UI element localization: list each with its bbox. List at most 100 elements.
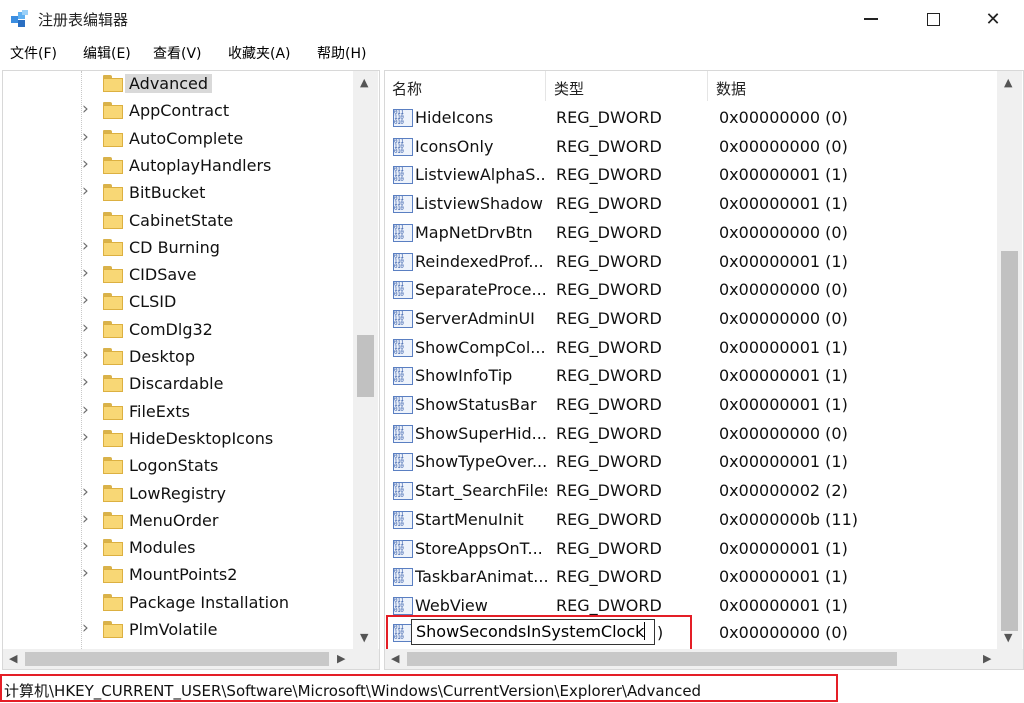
expand-arrow-icon[interactable]: › [82, 290, 89, 310]
values-horizontal-scrollbar[interactable]: ◀ ▶ [385, 649, 1023, 669]
tree-item[interactable]: › CIDSave [3, 263, 355, 290]
value-name: ShowCompCol... [415, 337, 546, 357]
expand-arrow-icon[interactable]: › [82, 127, 89, 147]
values-pane[interactable]: 名称 类型 数据 011 110 010 HideIcons REG_DWORD 0x00… [384, 70, 1024, 670]
value-row[interactable]: 011 110 010 TaskbarAnimat... REG_DWORD 0x0000… [385, 563, 997, 592]
tree-item[interactable]: › Modules [3, 536, 355, 563]
expand-arrow-icon[interactable]: › [82, 154, 89, 174]
value-row[interactable]: 011 110 010 Start_SearchFiles REG_DWORD 0x000… [385, 477, 997, 506]
expand-arrow-icon[interactable]: › [82, 618, 89, 638]
scroll-left-icon[interactable]: ◀ [9, 652, 17, 665]
menu-favorites[interactable]: 收藏夹(A) [228, 43, 291, 63]
value-type: REG_DWORD [556, 251, 662, 271]
reg-dword-icon: 011 110 010 [393, 596, 413, 615]
folder-icon [103, 566, 123, 584]
key-tree-pane[interactable]: Advanced › AppContract › AutoComplete › Autopl… [2, 70, 380, 670]
column-header-name[interactable]: 名称 [385, 71, 546, 101]
value-row[interactable]: 011 110 010 StoreAppsOnT... REG_DWORD 0x00000… [385, 535, 997, 564]
value-row[interactable]: 011 110 010 IconsOnly REG_DWORD 0x00000000 (0… [385, 133, 997, 162]
tree-item[interactable]: Advanced [3, 72, 355, 99]
menu-file[interactable]: 文件(F) [10, 43, 57, 63]
scroll-left-icon[interactable]: ◀ [391, 652, 399, 665]
value-row[interactable]: 011 110 010 ShowInfoTip REG_DWORD 0x00000001 … [385, 362, 997, 391]
tree-item[interactable]: › LowRegistry [3, 482, 355, 509]
value-data: 0x00000000 (0) [719, 308, 848, 328]
folder-icon [103, 348, 123, 365]
scroll-up-icon[interactable]: ▲ [360, 76, 368, 89]
value-name: SeparateProce... [415, 280, 547, 300]
tree-item[interactable]: CabinetState [3, 209, 355, 236]
minimize-button[interactable] [848, 0, 894, 38]
value-row[interactable]: 011 110 010 HideIcons REG_DWORD 0x00000000 (0… [385, 104, 997, 133]
values-vertical-scrollbar[interactable]: ▲ ▼ [997, 71, 1022, 651]
scroll-down-icon[interactable]: ▼ [360, 631, 368, 644]
value-row[interactable]: 011 110 010 SeparateProce... REG_DWORD 0x0000… [385, 276, 997, 305]
column-header-type[interactable]: 类型 [547, 71, 708, 101]
tree-horizontal-scrollbar[interactable]: ◀ ▶ [3, 649, 379, 669]
scroll-thumb[interactable] [25, 652, 329, 666]
value-data: 0x00000001 (1) [719, 337, 848, 357]
tree-item[interactable]: › CLSID [3, 290, 355, 317]
scroll-down-icon[interactable]: ▼ [1004, 631, 1012, 644]
tree-item[interactable]: › Discardable [3, 372, 355, 399]
expand-arrow-icon[interactable]: › [82, 427, 89, 447]
value-row[interactable]: 011 110 010 ServerAdminUI REG_DWORD 0x0000000… [385, 305, 997, 334]
value-row[interactable]: 011 110 010 ReindexedProf... REG_DWORD 0x0000… [385, 248, 997, 277]
value-row[interactable]: 011 110 010 ListviewShadow REG_DWORD 0x000000… [385, 190, 997, 219]
tree-item[interactable]: › MountPoints2 [3, 563, 355, 590]
tree-item[interactable]: › FileExts [3, 400, 355, 427]
column-header-data[interactable]: 数据 [709, 71, 997, 101]
menu-view[interactable]: 查看(V) [153, 43, 202, 63]
tree-item[interactable]: Package Installation [3, 591, 355, 618]
expand-arrow-icon[interactable]: › [82, 563, 89, 583]
scroll-up-icon[interactable]: ▲ [1004, 76, 1012, 89]
scroll-thumb[interactable] [1001, 251, 1018, 631]
folder-icon [103, 156, 123, 174]
reg-dword-icon: 011 110 010 [393, 539, 413, 558]
expand-arrow-icon[interactable]: › [82, 263, 89, 283]
scroll-thumb[interactable] [407, 652, 897, 666]
menu-edit[interactable]: 编辑(E) [83, 43, 131, 63]
tree-item[interactable]: › AppContract [3, 99, 355, 126]
tree-item[interactable]: LogonStats [3, 454, 355, 481]
value-row[interactable]: 011 110 010 ShowTypeOver... REG_DWORD 0x00000… [385, 448, 997, 477]
expand-arrow-icon[interactable]: › [82, 482, 89, 502]
scroll-right-icon[interactable]: ▶ [983, 652, 991, 665]
value-row[interactable]: 011 110 010 ShowSuperHid... REG_DWORD 0x00000… [385, 420, 997, 449]
expand-arrow-icon[interactable]: › [82, 372, 89, 392]
scroll-thumb[interactable] [357, 335, 374, 397]
tree-item[interactable]: › PlmVolatile [3, 618, 355, 645]
expand-arrow-icon[interactable]: › [82, 536, 89, 556]
reg-dword-icon: 011 110 010 [393, 367, 413, 386]
value-row[interactable]: 011 110 010 StartMenuInit REG_DWORD 0x0000000… [385, 506, 997, 535]
close-button[interactable]: ✕ [970, 0, 1016, 38]
value-row[interactable]: 011 110 010 ShowStatusBar REG_DWORD 0x0000000… [385, 391, 997, 420]
tree-item[interactable]: › AutoComplete [3, 127, 355, 154]
tree-item[interactable]: › AutoplayHandlers [3, 154, 355, 181]
tree-item[interactable]: › ComDlg32 [3, 318, 355, 345]
menu-help[interactable]: 帮助(H) [317, 43, 366, 63]
tree-item[interactable]: › MenuOrder [3, 509, 355, 536]
scroll-right-icon[interactable]: ▶ [337, 652, 345, 665]
expand-arrow-icon[interactable]: › [82, 345, 89, 365]
tree-item[interactable]: › CD Burning [3, 236, 355, 263]
expand-arrow-icon[interactable]: › [82, 99, 89, 119]
reg-dword-icon: 011 110 010 [393, 166, 413, 185]
menu-bar: 文件(F) 编辑(E) 查看(V) 收藏夹(A) 帮助(H) [0, 40, 1024, 66]
tree-item[interactable]: › Desktop [3, 345, 355, 372]
expand-arrow-icon[interactable]: › [82, 509, 89, 529]
window-title: 注册表编辑器 [38, 11, 129, 29]
expand-arrow-icon[interactable]: › [82, 318, 89, 338]
tree-vertical-scrollbar[interactable]: ▲ ▼ [353, 71, 378, 651]
value-row[interactable]: 011 110 010 ShowCompCol... REG_DWORD 0x000000… [385, 334, 997, 363]
value-row[interactable]: 011 110 010 ListviewAlphaS... REG_DWORD 0x000… [385, 161, 997, 190]
expand-arrow-icon[interactable]: › [82, 181, 89, 201]
tree-item[interactable]: › BitBucket [3, 181, 355, 208]
status-bar: 计算机\HKEY_CURRENT_USER\Software\Microsoft… [0, 672, 1024, 703]
maximize-button[interactable] [910, 0, 956, 38]
expand-arrow-icon[interactable]: › [82, 400, 89, 420]
expand-arrow-icon[interactable]: › [82, 236, 89, 256]
value-row[interactable]: 011 110 010 MapNetDrvBtn REG_DWORD 0x00000000… [385, 219, 997, 248]
tree-item[interactable]: › HideDesktopIcons [3, 427, 355, 454]
value-name: ShowSuperHid... [415, 423, 547, 443]
